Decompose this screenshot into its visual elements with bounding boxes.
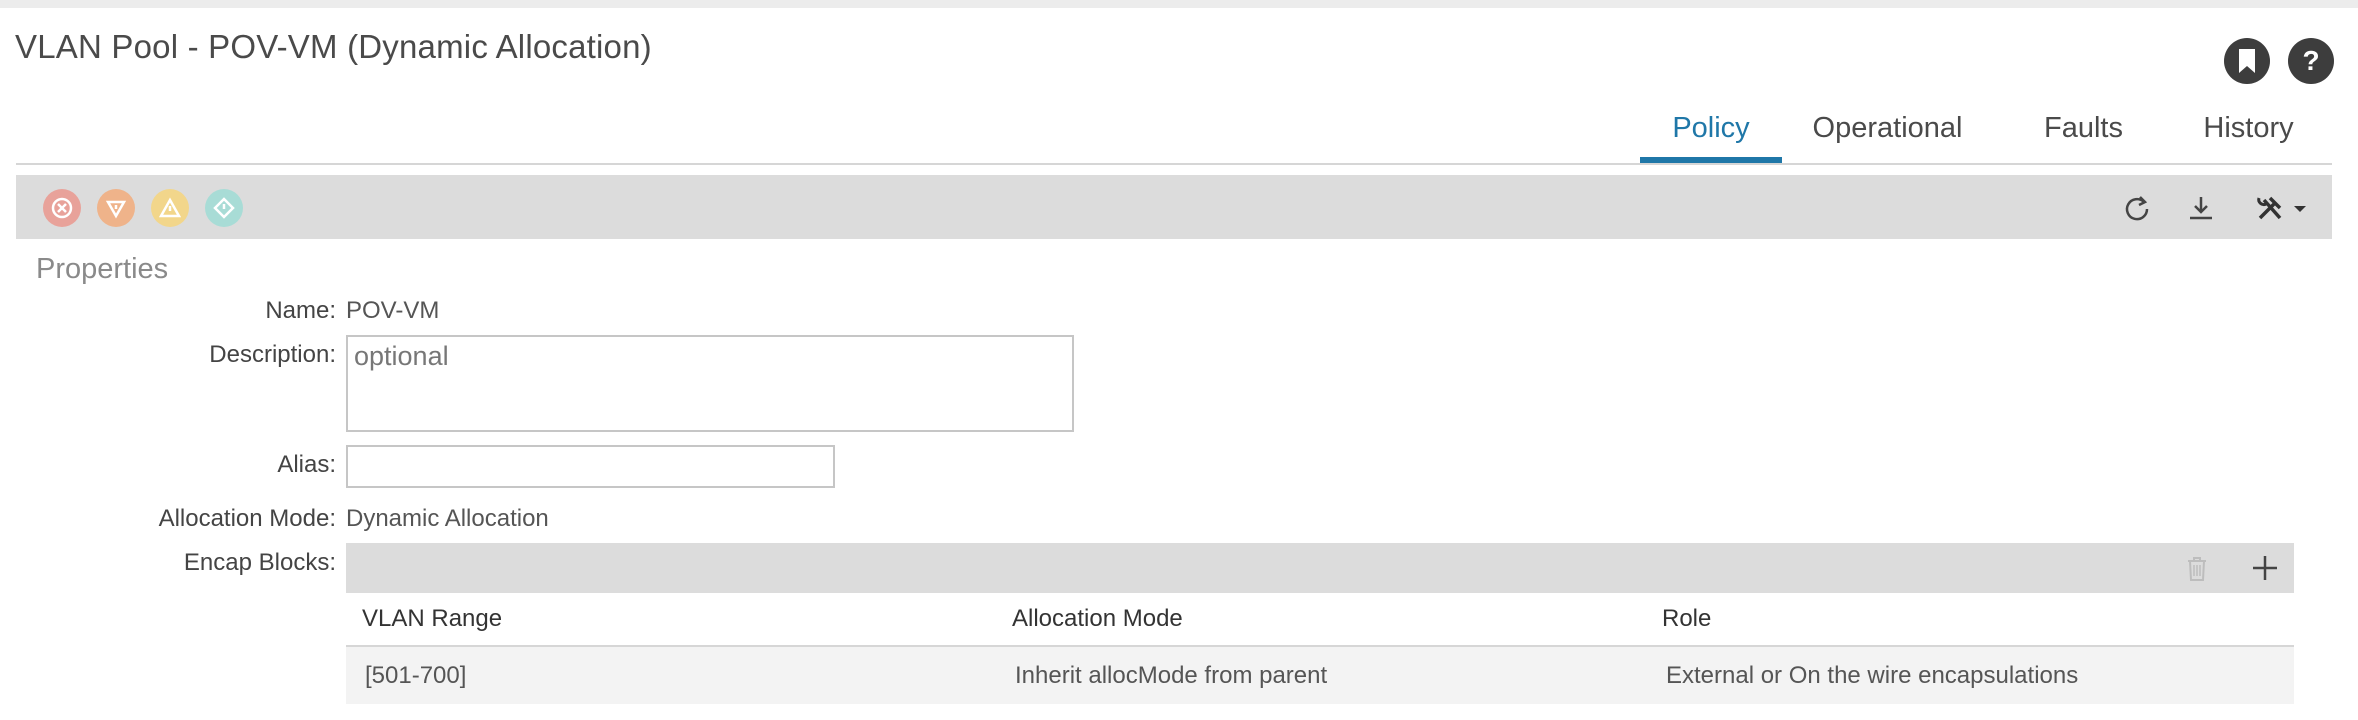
name-value: POV-VM: [346, 297, 440, 324]
tab-operational[interactable]: Operational: [1810, 108, 1965, 164]
add-icon: [2253, 556, 2277, 580]
cell-allocation-mode: Inherit allocMode from parent: [1015, 662, 1328, 689]
alias-field[interactable]: [346, 445, 835, 488]
bookmark-button[interactable]: [2224, 38, 2270, 84]
tools-menu-button[interactable]: [2252, 189, 2312, 227]
properties-section-title: Properties: [36, 253, 169, 285]
tab-policy[interactable]: Policy: [1640, 108, 1782, 164]
column-header-role[interactable]: Role: [1662, 605, 1711, 633]
tab-history[interactable]: History: [2196, 108, 2301, 164]
major-fault-icon[interactable]: [97, 189, 135, 227]
cell-vlan-range: [501-700]: [365, 662, 467, 689]
description-label: Description:: [209, 341, 336, 368]
tab-faults[interactable]: Faults: [2036, 108, 2131, 164]
top-strip: [0, 0, 2358, 8]
toolbar: [16, 175, 2332, 239]
encap-blocks-toolbar: [346, 543, 2294, 593]
help-button[interactable]: ?: [2288, 38, 2334, 84]
critical-fault-icon[interactable]: [43, 189, 81, 227]
tab-bar: Policy Operational Faults History: [1640, 108, 2305, 164]
allocation-mode-value: Dynamic Allocation: [346, 505, 549, 532]
refresh-button[interactable]: [2118, 189, 2156, 227]
tab-history-label: History: [2203, 112, 2294, 144]
refresh-icon: [2125, 196, 2149, 221]
tools-icon: [2257, 196, 2306, 220]
warning-fault-icon[interactable]: [205, 189, 243, 227]
tab-divider: [16, 163, 2332, 165]
minor-fault-icon[interactable]: [151, 189, 189, 227]
tab-operational-label: Operational: [1812, 112, 1963, 144]
delete-block-button[interactable]: [2182, 553, 2212, 583]
page-title: VLAN Pool - POV-VM (Dynamic Allocation): [15, 28, 652, 65]
encap-table-header: VLAN Range Allocation Mode Role: [346, 595, 2294, 645]
encap-blocks-label: Encap Blocks:: [183, 549, 336, 576]
column-header-allocation-mode[interactable]: Allocation Mode: [1012, 605, 1183, 633]
tab-faults-label: Faults: [2044, 112, 2123, 144]
description-field[interactable]: [346, 335, 1074, 432]
help-icon: ?: [2302, 45, 2320, 76]
add-block-button[interactable]: [2250, 553, 2280, 583]
trash-icon: [2188, 557, 2206, 581]
name-label: Name:: [265, 297, 336, 324]
download-icon: [2190, 197, 2212, 220]
table-row[interactable]: [501-700] Inherit allocMode from parent …: [346, 647, 2294, 704]
bookmark-icon: [2239, 49, 2255, 73]
allocation-mode-label: Allocation Mode:: [158, 505, 336, 532]
alias-label: Alias:: [277, 451, 336, 478]
column-header-vlan-range[interactable]: VLAN Range: [362, 605, 502, 633]
download-button[interactable]: [2182, 189, 2220, 227]
cell-role: External or On the wire encapsulations: [1666, 662, 2079, 689]
tab-policy-label: Policy: [1672, 112, 1750, 144]
